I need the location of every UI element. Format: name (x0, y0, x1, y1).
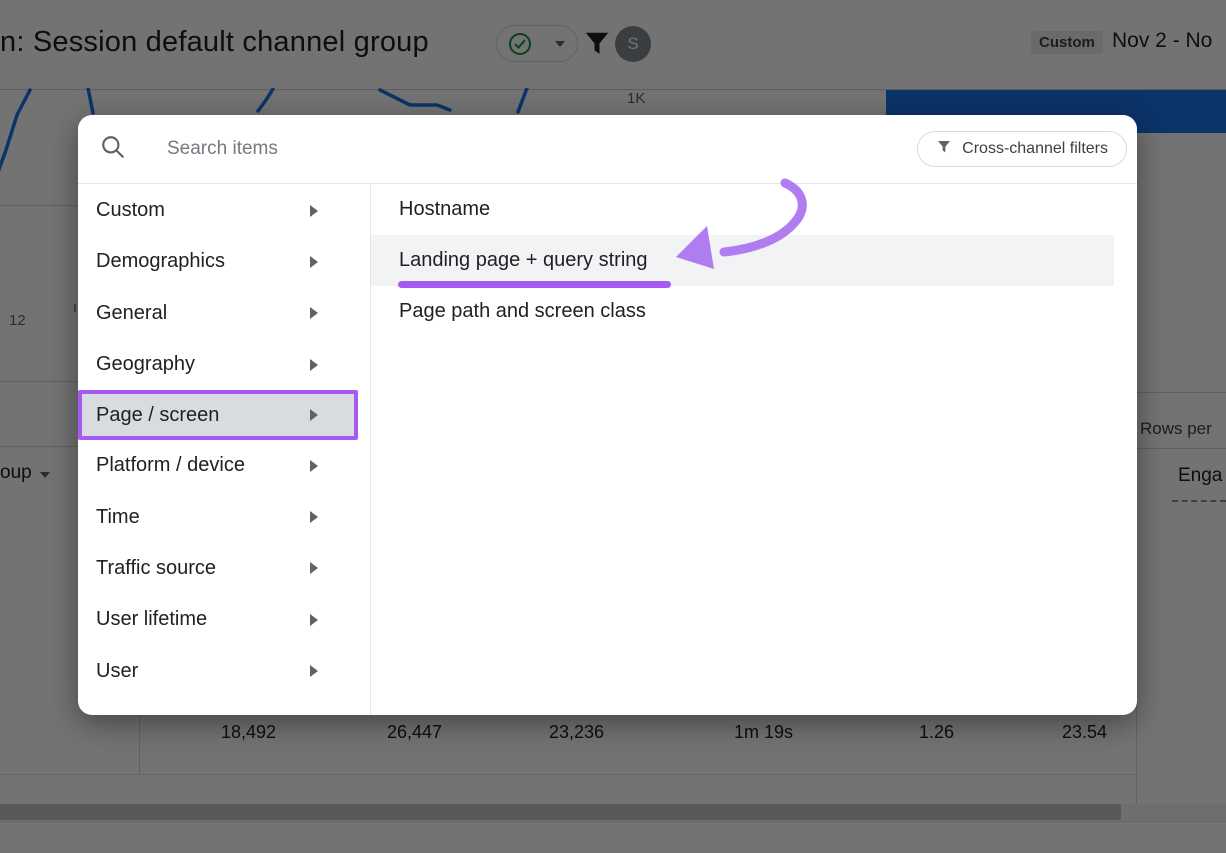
chevron-right-icon (310, 307, 318, 319)
chevron-right-icon (310, 409, 318, 421)
annotation-underline (398, 281, 671, 288)
category-geography[interactable]: Geography (78, 339, 370, 390)
category-platform-device[interactable]: Platform / device (78, 440, 370, 491)
category-custom[interactable]: Custom (78, 185, 370, 236)
search-input[interactable] (167, 138, 727, 160)
cross-channel-filters-button[interactable]: Cross-channel filters (917, 131, 1127, 167)
cross-channel-filters-label: Cross-channel filters (962, 140, 1108, 158)
screenshot-root: n: Session default channel group S Custo… (0, 0, 1226, 853)
category-user-lifetime[interactable]: User lifetime (78, 594, 370, 645)
filter-icon (936, 139, 952, 160)
chevron-right-icon (310, 460, 318, 472)
category-column: Custom Demographics General Geography Pa… (78, 184, 371, 715)
chevron-right-icon (310, 359, 318, 371)
dimension-hostname[interactable]: Hostname (371, 184, 1137, 235)
category-time[interactable]: Time (78, 491, 370, 542)
category-user[interactable]: User (78, 645, 370, 696)
search-icon (100, 134, 126, 165)
category-traffic-source[interactable]: Traffic source (78, 543, 370, 594)
category-page-screen[interactable]: Page / screen (78, 390, 358, 440)
dialog-body: Custom Demographics General Geography Pa… (78, 184, 1137, 715)
chevron-right-icon (310, 205, 318, 217)
chevron-right-icon (310, 256, 318, 268)
chevron-right-icon (310, 665, 318, 677)
category-general[interactable]: General (78, 288, 370, 339)
chevron-right-icon (310, 562, 318, 574)
chevron-right-icon (310, 614, 318, 626)
dimension-landing-page-query-string[interactable]: Landing page + query string (371, 235, 1114, 286)
dimension-column: Hostname Landing page + query string Pag… (371, 184, 1137, 715)
dimension-page-path-screen-class[interactable]: Page path and screen class (371, 286, 1137, 337)
category-demographics[interactable]: Demographics (78, 236, 370, 287)
dimension-picker-dialog: Cross-channel filters Custom Demographic… (78, 115, 1137, 715)
chevron-right-icon (310, 511, 318, 523)
